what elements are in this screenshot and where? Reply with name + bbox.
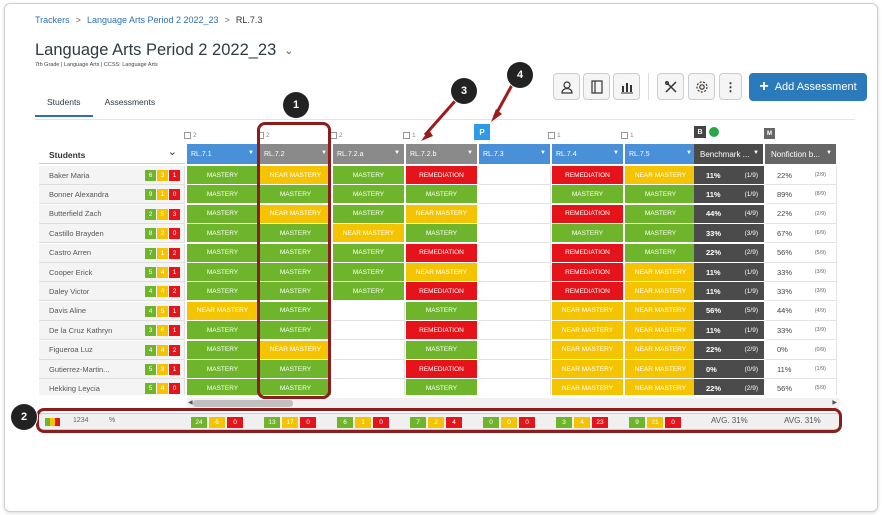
- callout-2: 2: [11, 404, 37, 430]
- callout-3: 3: [451, 78, 477, 104]
- app-window: Trackers > Language Arts Period 2 2022_2…: [4, 3, 878, 512]
- callout-4: 4: [507, 62, 533, 88]
- callout-1: 1: [283, 92, 309, 118]
- callout-arrows: [421, 75, 519, 141]
